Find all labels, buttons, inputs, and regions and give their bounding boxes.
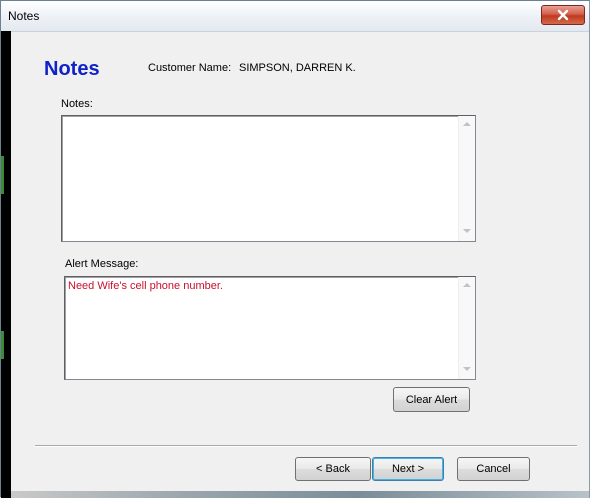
- scroll-down-arrow-icon[interactable]: [463, 229, 471, 233]
- notes-textarea[interactable]: [61, 115, 476, 242]
- back-button[interactable]: < Back: [295, 457, 371, 481]
- notes-label: Notes:: [61, 98, 93, 110]
- clear-alert-button[interactable]: Clear Alert: [393, 387, 470, 412]
- page-title: Notes: [44, 58, 100, 80]
- alert-message-textarea[interactable]: Need Wife's cell phone number.: [64, 276, 476, 380]
- dialog-content: Notes Customer Name: SIMPSON, DARREN K. …: [11, 32, 589, 496]
- alert-message-label: Alert Message:: [65, 258, 139, 270]
- footer-divider: [35, 445, 577, 447]
- alert-scrollbar[interactable]: [458, 277, 475, 379]
- close-button[interactable]: [541, 5, 585, 25]
- left-edge-strip: [1, 31, 11, 498]
- notes-scrollbar[interactable]: [458, 116, 475, 241]
- next-button[interactable]: Next >: [372, 457, 444, 481]
- cancel-button[interactable]: Cancel: [457, 457, 530, 481]
- scroll-up-arrow-icon[interactable]: [463, 283, 471, 287]
- scroll-up-arrow-icon[interactable]: [463, 122, 471, 126]
- scroll-down-arrow-icon[interactable]: [463, 367, 471, 371]
- notes-dialog: Notes Notes Customer Name: SIMPSON, DARR…: [0, 0, 590, 498]
- customer-name-label: Customer Name:: [148, 62, 232, 74]
- alert-message-text: Need Wife's cell phone number.: [68, 280, 223, 292]
- customer-name-value: SIMPSON, DARREN K.: [239, 62, 356, 74]
- close-icon: [556, 9, 570, 21]
- title-bar[interactable]: Notes: [1, 1, 589, 32]
- window-title: Notes: [8, 9, 40, 23]
